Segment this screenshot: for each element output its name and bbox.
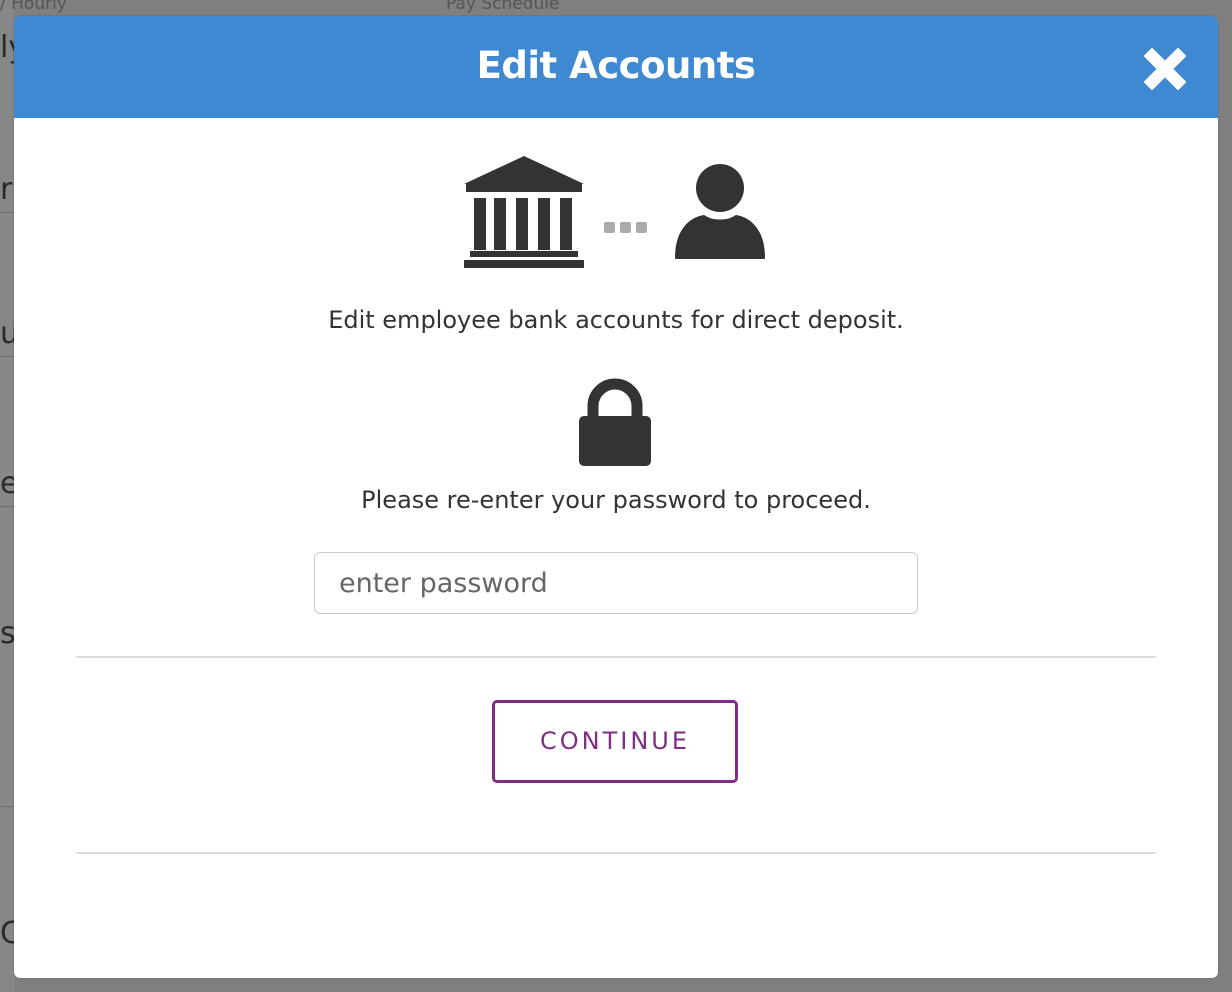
background-divider	[0, 212, 14, 213]
background-divider	[0, 506, 14, 507]
user-icon	[675, 164, 765, 259]
close-button[interactable]	[1140, 44, 1190, 94]
background-pay-schedule-label: Pay Schedule	[446, 0, 560, 14]
background-field-value: r	[0, 172, 13, 207]
background-divider	[0, 356, 14, 357]
password-prompt-text: Please re-enter your password to proceed…	[361, 486, 871, 514]
divider	[76, 852, 1156, 854]
dots-icon	[604, 222, 647, 233]
close-icon	[1144, 48, 1186, 90]
edit-accounts-modal: Edit Accounts Edit employee bank account…	[14, 16, 1218, 978]
lock-icon	[579, 378, 651, 466]
bank-icon	[464, 156, 584, 268]
background-divider	[0, 806, 14, 807]
divider	[76, 656, 1156, 658]
continue-button[interactable]: CONTINUE	[492, 700, 738, 783]
password-input[interactable]	[314, 552, 918, 614]
modal-header: Edit Accounts	[14, 16, 1218, 118]
description-text: Edit employee bank accounts for direct d…	[328, 306, 904, 334]
background-hourly-label: / Hourly	[0, 0, 67, 14]
modal-title: Edit Accounts	[476, 44, 756, 87]
